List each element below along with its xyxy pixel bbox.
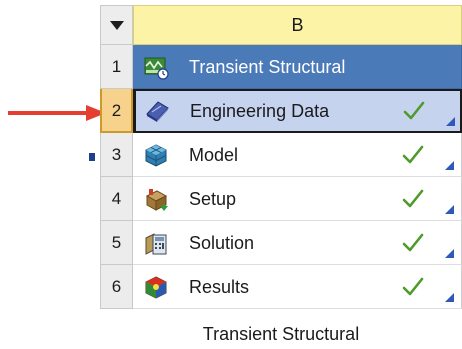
check-icon xyxy=(403,101,425,120)
row-number: 4 xyxy=(100,177,133,221)
check-icon xyxy=(402,189,424,208)
system-title-row[interactable]: 1 Transient Structural xyxy=(100,45,462,89)
solution-icon xyxy=(145,233,167,255)
connection-port xyxy=(89,153,95,161)
system-name-label[interactable]: Transient Structural xyxy=(100,319,462,349)
system-menu-dropdown[interactable] xyxy=(100,5,133,45)
results-cell[interactable]: Results xyxy=(133,265,462,309)
engineering-data-label: Engineering Data xyxy=(190,101,330,121)
results-icon xyxy=(145,276,167,299)
status-corner-icon xyxy=(446,117,455,126)
cell-solution[interactable]: 5 Solution xyxy=(100,221,462,265)
column-header: B xyxy=(133,5,462,45)
status-corner-icon xyxy=(445,249,454,258)
check-icon xyxy=(402,277,424,296)
transient-structural-icon xyxy=(144,57,169,80)
engineering-data-cell[interactable]: Engineering Data xyxy=(133,89,462,133)
engineering-data-icon xyxy=(146,101,169,122)
cell-engineering-data[interactable]: 2 Engineering Data xyxy=(100,89,462,133)
status-corner-icon xyxy=(445,161,454,170)
cell-model[interactable]: 3 Model xyxy=(100,133,462,177)
setup-icon xyxy=(145,189,168,211)
setup-label: Setup xyxy=(189,189,237,209)
check-icon xyxy=(402,233,424,252)
solution-cell[interactable]: Solution xyxy=(133,221,462,265)
row-number: 6 xyxy=(100,265,133,309)
check-icon xyxy=(402,145,424,164)
row-number: 2 xyxy=(100,89,133,133)
annotation-arrow xyxy=(8,105,106,121)
model-cell[interactable]: Model xyxy=(133,133,462,177)
results-label: Results xyxy=(189,277,250,297)
status-corner-icon xyxy=(445,205,454,214)
setup-cell[interactable]: Setup xyxy=(133,177,462,221)
system-block: B 1 Transient Structural 2 Engineering D… xyxy=(100,5,462,323)
system-title-cell[interactable]: Transient Structural xyxy=(133,45,462,89)
header-row: B xyxy=(100,5,462,45)
cell-setup[interactable]: 4 Setup xyxy=(100,177,462,221)
model-icon xyxy=(145,144,167,167)
status-corner-icon xyxy=(445,293,454,302)
system-title-label: Transient Structural xyxy=(189,57,346,77)
solution-label: Solution xyxy=(189,233,255,253)
model-label: Model xyxy=(189,145,239,165)
row-number: 1 xyxy=(100,45,133,89)
row-number: 3 xyxy=(100,133,133,177)
row-number: 5 xyxy=(100,221,133,265)
cell-results[interactable]: 6 Results xyxy=(100,265,462,309)
chevron-down-icon xyxy=(110,21,124,30)
